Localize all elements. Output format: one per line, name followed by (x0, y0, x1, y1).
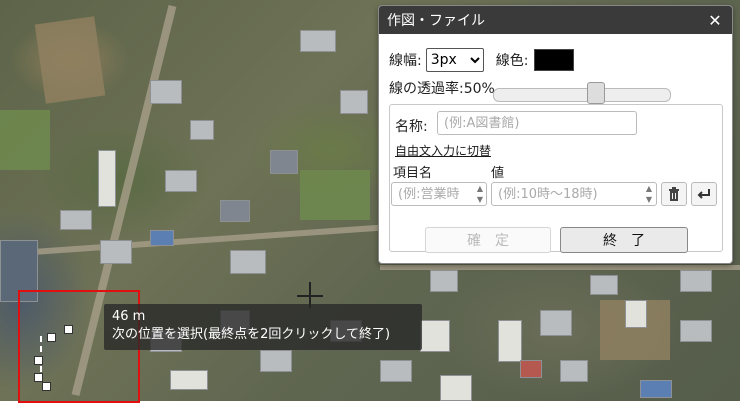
line-width-select[interactable]: 3px (425, 48, 484, 72)
drawing-file-dialog: 作図・ファイル ✕ 線幅: 3px 線色: 線の透過率:50% 名称: 自由文入… (378, 5, 733, 264)
value-spinner[interactable]: ▲ ▼ (644, 183, 654, 207)
name-input[interactable] (437, 111, 637, 135)
close-icon[interactable]: ✕ (706, 11, 724, 30)
vertex-handle[interactable] (64, 325, 73, 334)
vertex-handle[interactable] (42, 382, 51, 391)
name-label: 名称: (395, 119, 428, 135)
vertex-handle[interactable] (34, 356, 43, 365)
value-header: 値 (491, 166, 505, 181)
item-name-header: 項目名 (393, 166, 433, 181)
return-icon (697, 189, 710, 199)
opacity-slider-handle[interactable] (587, 82, 605, 104)
line-color-swatch[interactable] (534, 49, 575, 71)
finish-button[interactable]: 終 了 (560, 227, 688, 253)
measure-tooltip: 46 m 次の位置を選択(最終点を2回クリックして終了) (104, 304, 422, 350)
vertex-handle[interactable] (47, 333, 56, 342)
dialog-title: 作図・ファイル (387, 13, 485, 29)
add-row-button[interactable] (691, 182, 717, 206)
item-name-input[interactable] (391, 182, 487, 206)
opacity-slider-track[interactable] (493, 88, 671, 102)
value-input[interactable] (491, 182, 657, 206)
trash-icon (669, 187, 679, 201)
line-color-label: 線色: (495, 53, 529, 69)
measure-distance: 46 m (112, 309, 146, 324)
line-width-label: 線幅: (389, 53, 422, 69)
opacity-label: 線の透過率:50% (389, 81, 495, 97)
vertex-handle[interactable] (34, 373, 43, 382)
dialog-titlebar[interactable]: 作図・ファイル ✕ (379, 6, 732, 34)
confirm-button[interactable]: 確 定 (425, 227, 551, 253)
delete-row-button[interactable] (661, 182, 687, 206)
item-name-spinner[interactable]: ▲ ▼ (475, 183, 485, 207)
measure-instruction: 次の位置を選択(最終点を2回クリックして終了) (112, 327, 391, 342)
free-input-toggle-link[interactable]: 自由文入力に切替 (395, 142, 491, 159)
